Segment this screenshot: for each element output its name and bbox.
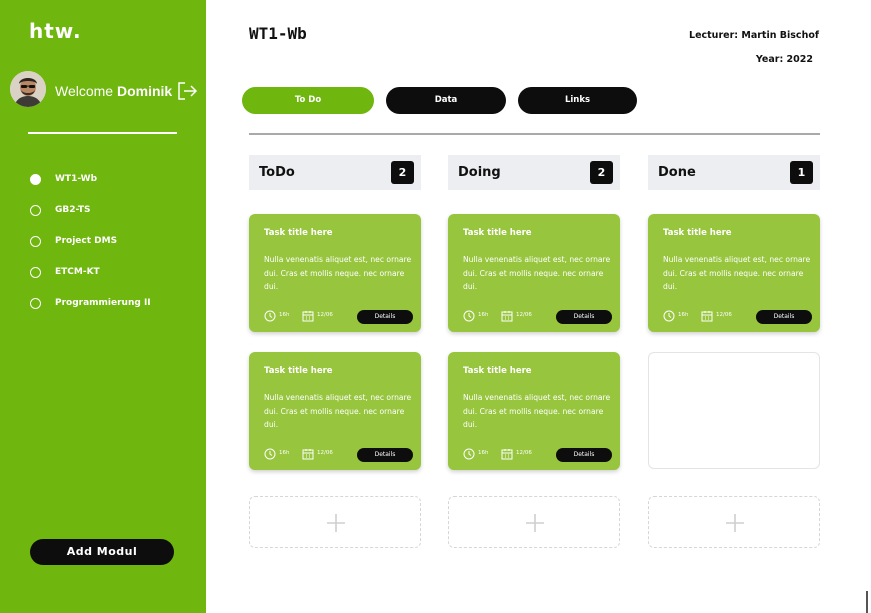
task-description: Nulla venenatis aliquet est, nec ornare … [264, 393, 412, 429]
task-card[interactable]: Task title here Nulla venenatis aliquet … [448, 352, 620, 470]
sidebar-item-label: WT1-Wb [55, 174, 98, 184]
empty-card-slot [648, 352, 820, 469]
details-button[interactable]: Details [357, 310, 413, 324]
column-header-doing: Doing 2 [448, 155, 620, 190]
details-button[interactable]: Details [357, 448, 413, 462]
tab-links[interactable]: Links [518, 87, 637, 114]
column-header-todo: ToDo 2 [249, 155, 421, 190]
welcome-message: Welcome Dominik [55, 82, 172, 100]
task-description: Nulla venenatis aliquet est, nec ornare … [463, 255, 611, 291]
task-hours: 16h [678, 312, 689, 318]
column-count-badge: 2 [590, 161, 613, 184]
lecturer-label: Lecturer: Martin Bischof [689, 30, 819, 41]
task-hours: 16h [279, 450, 290, 456]
tab-data[interactable]: Data [386, 87, 506, 114]
task-date: 12/06 [516, 450, 532, 456]
radio-icon [30, 298, 41, 309]
column-title: ToDo [259, 165, 295, 180]
add-modul-button[interactable]: Add Modul [30, 539, 174, 565]
user-name: Dominik [116, 83, 173, 99]
task-description: Nulla venenatis aliquet est, nec ornare … [264, 255, 412, 291]
calendar-icon [701, 311, 713, 322]
sidebar-item-programmierung-ii[interactable]: Programmierung II [29, 296, 151, 327]
welcome-prefix: Welcome [55, 83, 114, 99]
task-title: Task title here [463, 366, 532, 376]
plus-icon [726, 514, 744, 532]
sidebar-item-etcm-kt[interactable]: ETCM-KT [29, 265, 151, 296]
tab-todo[interactable]: To Do [242, 87, 374, 114]
calendar-icon [501, 311, 513, 322]
column-count-badge: 1 [790, 161, 813, 184]
page-title: WT1-Wb [249, 24, 307, 43]
column-title: Doing [458, 165, 501, 180]
plus-icon [327, 514, 345, 532]
sidebar: htw. Welcome Dominik WT1-Wb GB2-TS Proje… [0, 0, 206, 613]
header-divider [249, 133, 820, 135]
radio-icon [30, 236, 41, 247]
column-header-done: Done 1 [648, 155, 820, 190]
calendar-icon [501, 449, 513, 460]
sidebar-item-project-dms[interactable]: Project DMS [29, 234, 151, 265]
scroll-edge-marker [866, 591, 868, 613]
clock-icon [264, 310, 276, 322]
task-description: Nulla venenatis aliquet est, nec ornare … [463, 393, 611, 429]
task-date: 12/06 [516, 312, 532, 318]
clock-icon [463, 310, 475, 322]
task-hours: 16h [478, 312, 489, 318]
task-hours: 16h [478, 450, 489, 456]
task-hours: 16h [279, 312, 290, 318]
task-description: Nulla venenatis aliquet est, nec ornare … [663, 255, 811, 291]
plus-icon [526, 514, 544, 532]
year-label: Year: 2022 [755, 54, 813, 65]
clock-icon [663, 310, 675, 322]
column-count-badge: 2 [391, 161, 414, 184]
task-card[interactable]: Task title here Nulla venenatis aliquet … [249, 352, 421, 470]
column-title: Done [658, 165, 696, 180]
add-task-doing[interactable] [448, 496, 620, 548]
task-title: Task title here [463, 228, 532, 238]
add-task-todo[interactable] [249, 496, 421, 548]
task-title: Task title here [663, 228, 732, 238]
task-title: Task title here [264, 228, 333, 238]
task-title: Task title here [264, 366, 333, 376]
sidebar-item-label: Project DMS [55, 236, 118, 246]
task-card[interactable]: Task title here Nulla venenatis aliquet … [448, 214, 620, 332]
sidebar-item-gb2-ts[interactable]: GB2-TS [29, 203, 151, 234]
task-date: 12/06 [317, 312, 333, 318]
details-button[interactable]: Details [756, 310, 812, 324]
module-list: WT1-Wb GB2-TS Project DMS ETCM-KT Progra… [29, 172, 151, 327]
logo: htw. [29, 19, 82, 43]
task-card[interactable]: Task title here Nulla venenatis aliquet … [648, 214, 820, 332]
sidebar-item-label: Programmierung II [55, 298, 151, 308]
sidebar-item-wt1-wb[interactable]: WT1-Wb [29, 172, 151, 203]
add-task-done[interactable] [648, 496, 820, 548]
sidebar-divider [28, 132, 177, 134]
calendar-icon [302, 311, 314, 322]
clock-icon [463, 448, 475, 460]
avatar [10, 71, 46, 107]
clock-icon [264, 448, 276, 460]
task-card[interactable]: Task title here Nulla venenatis aliquet … [249, 214, 421, 332]
task-date: 12/06 [716, 312, 732, 318]
radio-icon [30, 267, 41, 278]
sidebar-item-label: GB2-TS [55, 205, 91, 215]
details-button[interactable]: Details [556, 448, 612, 462]
calendar-icon [302, 449, 314, 460]
sidebar-item-label: ETCM-KT [55, 267, 100, 277]
details-button[interactable]: Details [556, 310, 612, 324]
task-date: 12/06 [317, 450, 333, 456]
logout-icon[interactable] [176, 80, 198, 102]
radio-icon [30, 205, 41, 216]
active-radio-icon [30, 174, 41, 185]
